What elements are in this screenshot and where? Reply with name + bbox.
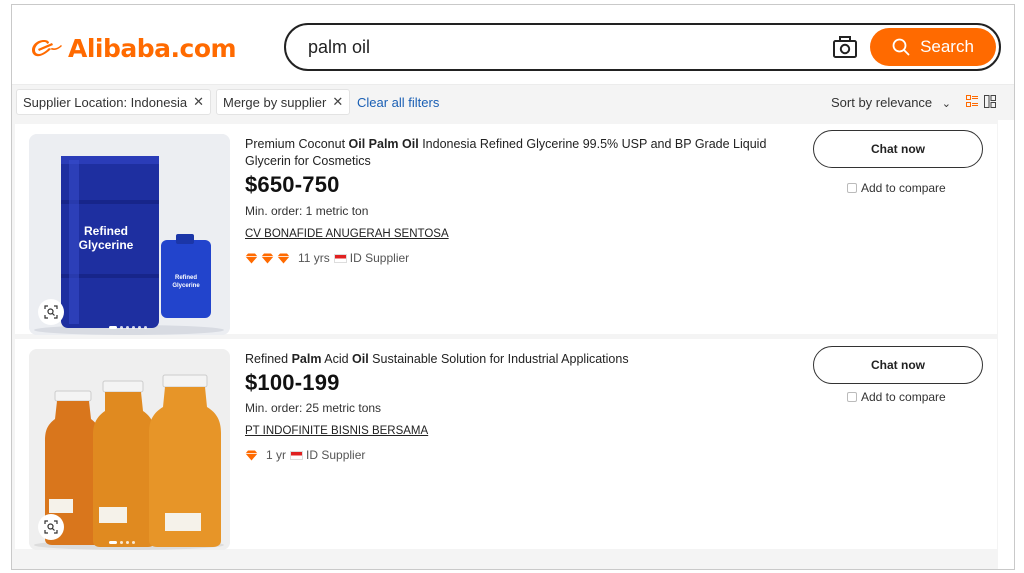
years-in-business: 11 yrs: [298, 251, 330, 265]
product-price: $100-199: [245, 370, 340, 395]
filter-bar: Supplier Location: Indonesia ✕ Merge by …: [12, 84, 1014, 120]
clear-all-filters-link[interactable]: Clear all filters: [357, 95, 439, 110]
product-price: $650-750: [245, 172, 340, 197]
grid-view-icon[interactable]: [984, 95, 996, 108]
search-bar: Search: [284, 23, 1001, 71]
image-search-lens-icon[interactable]: [38, 299, 64, 325]
min-order: Min. order: 25 metric tons: [245, 401, 382, 415]
search-button[interactable]: Search: [870, 28, 996, 66]
search-input[interactable]: [308, 34, 808, 60]
indonesia-flag-icon: [290, 450, 304, 460]
image-carousel-dots[interactable]: [109, 541, 135, 544]
product-card[interactable]: Refined Palm Acid Oil Sustainable Soluti…: [15, 339, 997, 550]
image-carousel-dots[interactable]: [109, 326, 147, 329]
filter-chip-label: Merge by supplier: [223, 94, 327, 110]
supplier-meta: 1 yr ID Supplier: [245, 448, 365, 462]
supplier-name-link[interactable]: CV BONAFIDE ANUGERAH SENTOSA: [245, 228, 449, 240]
min-order: Min. order: 1 metric ton: [245, 204, 369, 218]
product-card[interactable]: Refined Glycerine Refined Glycerine Prem…: [15, 124, 997, 335]
drum-label-line2: Glycerine: [79, 238, 134, 252]
chat-now-button[interactable]: Chat now: [813, 130, 983, 168]
filter-chip-supplier-location[interactable]: Supplier Location: Indonesia ✕: [16, 89, 211, 115]
supplier-meta: 11 yrs ID Supplier: [245, 251, 409, 265]
indonesia-flag-icon: [333, 253, 347, 263]
diamond-icon: [245, 450, 258, 460]
remove-filter-icon[interactable]: ✕: [193, 94, 204, 110]
header: Alibaba.com Search: [12, 5, 1014, 85]
compare-label: Add to compare: [861, 181, 946, 195]
product-image[interactable]: [29, 349, 230, 550]
filter-chip-merge-by-supplier[interactable]: Merge by supplier ✕: [216, 89, 351, 115]
sort-dropdown[interactable]: Sort by relevance ⌄: [831, 95, 951, 110]
supplier-type: ID Supplier: [349, 251, 410, 265]
jerrycan-label-line1: Refined: [175, 275, 197, 281]
search-button-label: Search: [920, 37, 974, 56]
years-in-business: 1 yr: [266, 448, 287, 462]
compare-checkbox[interactable]: [847, 392, 857, 402]
jerrycan-label-line2: Glycerine: [172, 283, 200, 289]
product-image[interactable]: Refined Glycerine Refined Glycerine: [29, 134, 230, 335]
compare-label: Add to compare: [861, 390, 946, 404]
page-right-edge: [998, 120, 1014, 569]
compare-checkbox[interactable]: [847, 183, 857, 193]
product-title[interactable]: Premium Coconut Oil Palm Oil Indonesia R…: [245, 136, 801, 170]
supplier-name-link[interactable]: PT INDOFINITE BISNIS BERSAMA: [245, 425, 428, 437]
browser-viewport: Alibaba.com Search Supplier L: [11, 4, 1015, 570]
alibaba-logo[interactable]: Alibaba.com: [30, 31, 237, 65]
image-search-lens-icon[interactable]: [38, 514, 64, 540]
add-to-compare[interactable]: Add to compare: [847, 390, 946, 404]
drum-label-line1: Refined: [84, 224, 128, 238]
chat-now-button[interactable]: Chat now: [813, 346, 983, 384]
remove-filter-icon[interactable]: ✕: [332, 94, 343, 110]
filter-chip-label: Supplier Location: Indonesia: [23, 94, 188, 110]
diamond-icon: [261, 253, 274, 263]
list-view-icon[interactable]: [966, 95, 978, 108]
chevron-down-icon: ⌄: [941, 98, 952, 110]
search-icon: [892, 38, 910, 56]
logo-text: Alibaba.com: [68, 33, 237, 63]
diamond-icon: [245, 253, 258, 263]
supplier-type: ID Supplier: [306, 448, 366, 462]
add-to-compare[interactable]: Add to compare: [847, 181, 946, 195]
alibaba-logo-icon: [32, 40, 62, 57]
search-results: Refined Glycerine Refined Glycerine Prem…: [12, 120, 998, 569]
image-search-camera-icon[interactable]: [832, 35, 858, 59]
product-title[interactable]: Refined Palm Acid Oil Sustainable Soluti…: [245, 351, 801, 368]
sort-label: Sort by relevance: [831, 95, 933, 110]
diamond-icon: [277, 253, 290, 263]
